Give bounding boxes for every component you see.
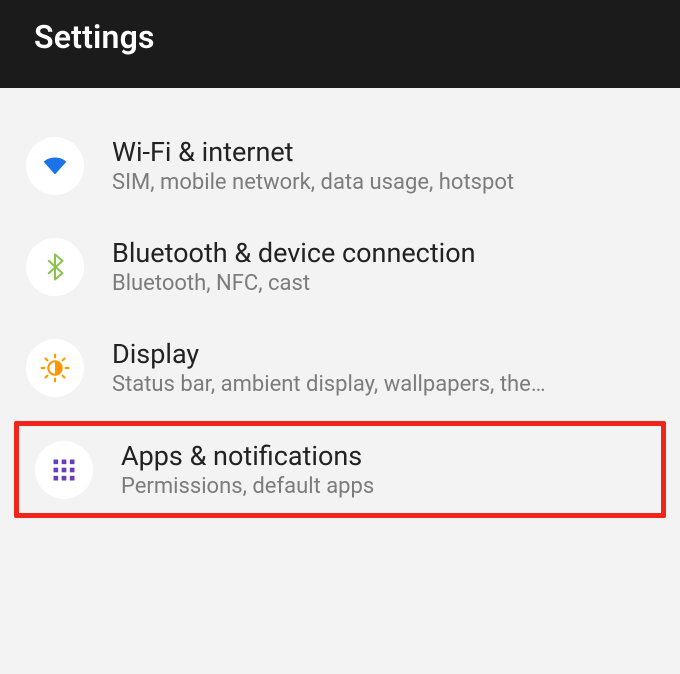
bluetooth-icon [26, 238, 84, 296]
settings-row-display[interactable]: Display Status bar, ambient display, wal… [0, 320, 680, 415]
brightness-icon [26, 339, 84, 397]
settings-list: Wi-Fi & internet SIM, mobile network, da… [0, 88, 680, 518]
row-subtitle: Bluetooth, NFC, cast [112, 271, 476, 296]
row-subtitle: Permissions, default apps [121, 474, 374, 499]
settings-row-wifi-internet[interactable]: Wi-Fi & internet SIM, mobile network, da… [0, 118, 680, 213]
row-title: Wi-Fi & internet [112, 136, 514, 168]
wifi-icon [26, 137, 84, 195]
page-title: Settings [34, 18, 155, 56]
row-title: Bluetooth & device connection [112, 237, 476, 269]
app-header: Settings [0, 0, 680, 88]
settings-row-bluetooth-device[interactable]: Bluetooth & device connection Bluetooth,… [0, 219, 680, 314]
row-texts: Apps & notifications Permissions, defaul… [121, 440, 374, 499]
row-subtitle: Status bar, ambient display, wallpapers,… [112, 372, 546, 397]
settings-row-apps-notifications[interactable]: Apps & notifications Permissions, defaul… [14, 421, 666, 518]
row-texts: Wi-Fi & internet SIM, mobile network, da… [112, 136, 514, 195]
row-title: Apps & notifications [121, 440, 374, 472]
row-texts: Display Status bar, ambient display, wal… [112, 338, 546, 397]
row-subtitle: SIM, mobile network, data usage, hotspot [112, 170, 514, 195]
apps-grid-icon [35, 441, 93, 499]
row-texts: Bluetooth & device connection Bluetooth,… [112, 237, 476, 296]
row-title: Display [112, 338, 546, 370]
